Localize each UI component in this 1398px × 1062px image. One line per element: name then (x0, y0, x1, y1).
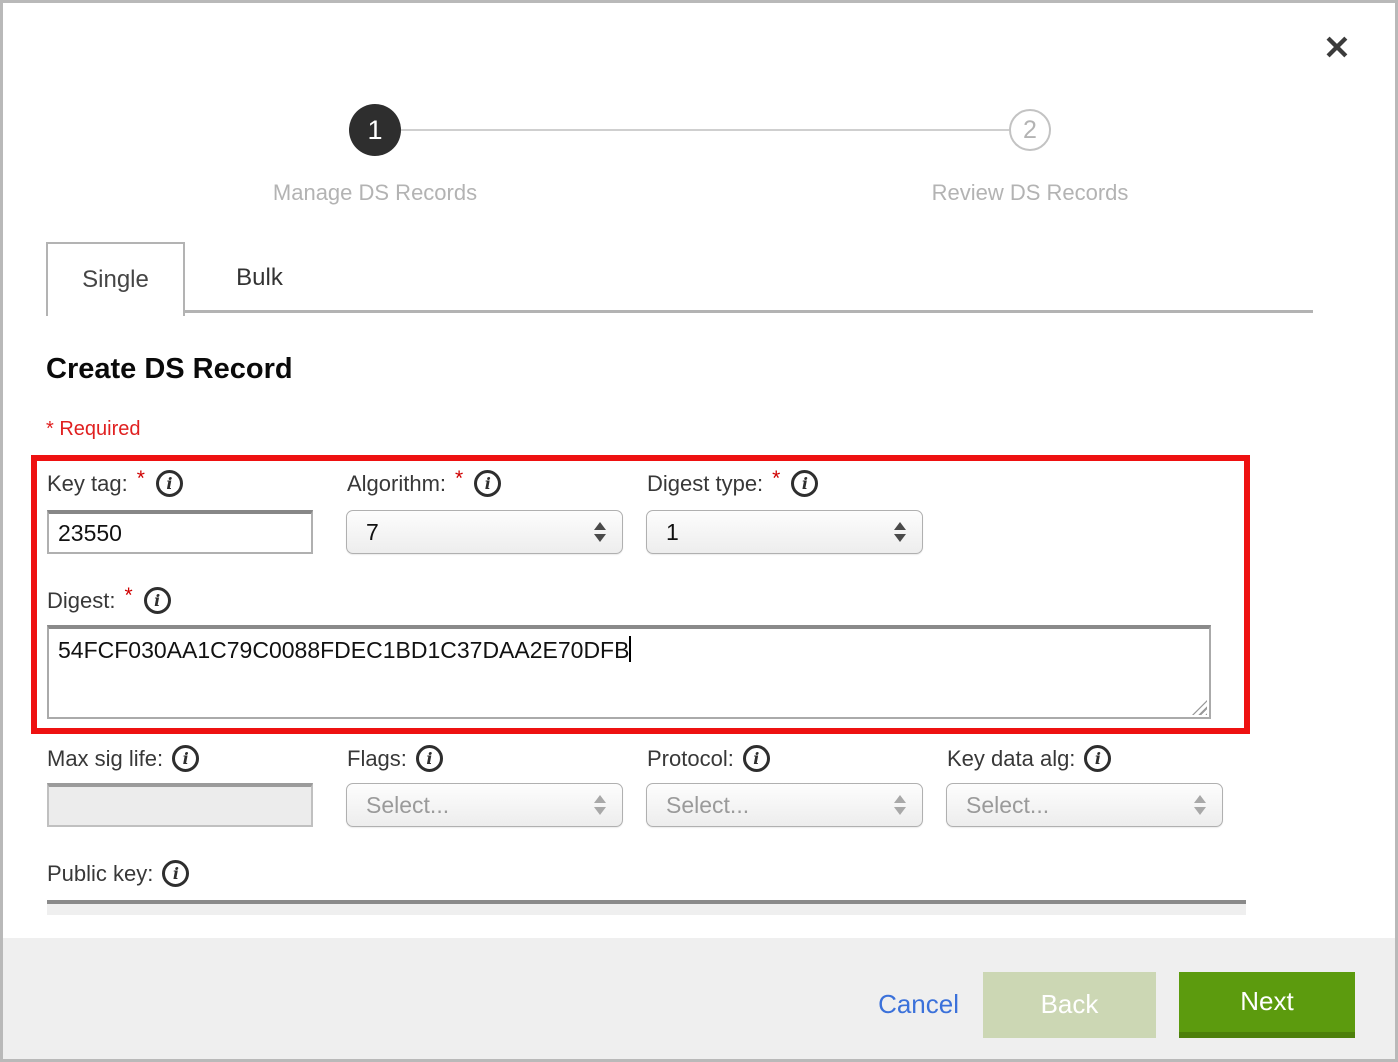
back-button[interactable]: Back (983, 972, 1156, 1038)
public-key-label: Public key: i (47, 860, 189, 887)
algorithm-label: Algorithm: * i (347, 470, 501, 497)
max-sig-life-label: Max sig life: i (47, 745, 199, 772)
max-sig-life-input (47, 783, 313, 827)
public-key-info-icon[interactable]: i (162, 860, 189, 887)
step-1-label: Manage DS Records (215, 180, 535, 206)
digest-textarea-value: 54FCF030AA1C79C0088FDEC1BD1C37DAA2E70DFB (58, 637, 629, 663)
select-arrows-icon (594, 522, 606, 542)
digest-info-icon[interactable]: i (144, 587, 171, 614)
flags-label: Flags: i (347, 745, 443, 772)
digest-type-label: Digest type: * i (647, 470, 818, 497)
select-arrows-icon (1194, 795, 1206, 815)
key-tag-input[interactable] (47, 510, 313, 554)
step-2-number: 2 (1023, 116, 1037, 145)
flags-select-value: Select... (347, 792, 594, 819)
step-2-label: Review DS Records (870, 180, 1190, 206)
digest-textarea[interactable]: 54FCF030AA1C79C0088FDEC1BD1C37DAA2E70DFB (47, 625, 1211, 719)
protocol-select-value: Select... (647, 792, 894, 819)
digest-type-select-value: 1 (647, 519, 894, 546)
text-cursor (629, 636, 631, 662)
public-key-label-text: Public key: (47, 861, 153, 887)
tab-single-label: Single (82, 266, 149, 294)
digest-type-info-icon[interactable]: i (791, 470, 818, 497)
key-tag-label-text: Key tag: (47, 471, 128, 497)
tab-bulk[interactable]: Bulk (187, 242, 332, 313)
algorithm-select-value: 7 (347, 519, 594, 546)
key-data-alg-label-text: Key data alg: (947, 746, 1075, 772)
required-asterisk: * (137, 467, 145, 491)
digest-type-select[interactable]: 1 (646, 510, 923, 554)
digest-type-label-text: Digest type: (647, 471, 763, 497)
step-2-circle: 2 (1009, 109, 1051, 151)
algorithm-info-icon[interactable]: i (474, 470, 501, 497)
cancel-button[interactable]: Cancel (878, 989, 959, 1020)
close-button[interactable]: ✕ (1317, 27, 1357, 67)
algorithm-select[interactable]: 7 (346, 510, 623, 554)
protocol-info-icon[interactable]: i (743, 745, 770, 772)
protocol-label: Protocol: i (647, 745, 770, 772)
footer: Cancel Back Next (3, 938, 1395, 1059)
key-data-alg-select[interactable]: Select... (946, 783, 1223, 827)
page-title: Create DS Record (46, 353, 293, 386)
key-tag-info-icon[interactable]: i (156, 470, 183, 497)
resize-handle-icon[interactable] (1192, 700, 1207, 715)
flags-info-icon[interactable]: i (416, 745, 443, 772)
digest-label-text: Digest: (47, 588, 115, 614)
select-arrows-icon (894, 795, 906, 815)
required-asterisk: * (772, 467, 780, 491)
stepper-connector-line (401, 129, 1009, 131)
select-arrows-icon (594, 795, 606, 815)
required-asterisk: * (455, 467, 463, 491)
required-note: * Required (46, 418, 141, 441)
protocol-select[interactable]: Select... (646, 783, 923, 827)
key-data-alg-select-value: Select... (947, 792, 1194, 819)
algorithm-label-text: Algorithm: (347, 471, 446, 497)
max-sig-life-label-text: Max sig life: (47, 746, 163, 772)
public-key-textarea[interactable] (47, 900, 1246, 915)
protocol-label-text: Protocol: (647, 746, 734, 772)
tab-single[interactable]: Single (46, 242, 185, 316)
tab-bar: Single Bulk (46, 242, 1313, 313)
digest-label: Digest: * i (47, 587, 171, 614)
tab-bulk-label: Bulk (236, 264, 283, 292)
close-icon: ✕ (1323, 31, 1351, 64)
flags-label-text: Flags: (347, 746, 407, 772)
key-data-alg-label: Key data alg: i (947, 745, 1111, 772)
step-1-number: 1 (367, 115, 382, 146)
max-sig-life-info-icon[interactable]: i (172, 745, 199, 772)
create-ds-record-modal: ✕ 1 2 Manage DS Records Review DS Record… (0, 0, 1398, 1062)
flags-select[interactable]: Select... (346, 783, 623, 827)
key-tag-label: Key tag: * i (47, 470, 183, 497)
select-arrows-icon (894, 522, 906, 542)
required-asterisk: * (124, 584, 132, 608)
step-1-circle: 1 (349, 104, 401, 156)
key-data-alg-info-icon[interactable]: i (1084, 745, 1111, 772)
next-button[interactable]: Next (1179, 972, 1355, 1038)
